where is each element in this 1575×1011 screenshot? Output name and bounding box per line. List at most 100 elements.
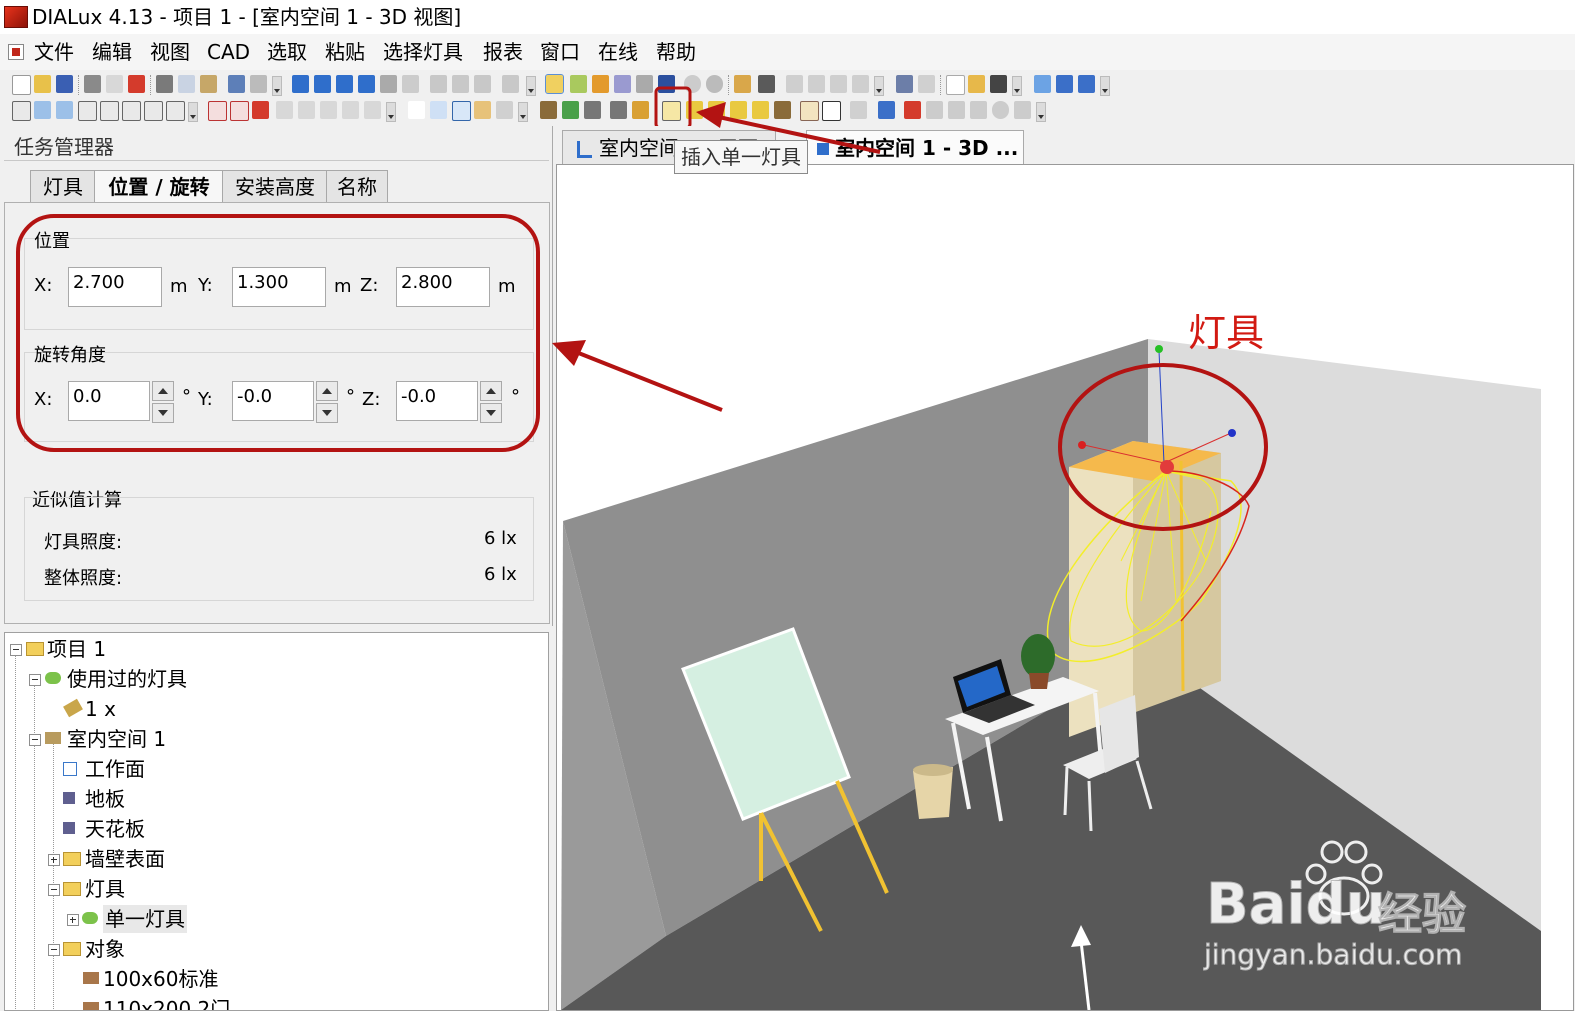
tab-name[interactable]: 名称	[326, 170, 388, 204]
tool-icon[interactable]	[1078, 75, 1095, 93]
menu-file[interactable]: 文件	[34, 39, 74, 65]
tree-walls[interactable]: 墙壁表面	[85, 845, 165, 873]
tool-icon[interactable]	[904, 101, 921, 119]
toolbar-overflow-dropdown[interactable]	[1036, 102, 1046, 122]
dxf-icon[interactable]	[786, 75, 803, 93]
tool-icon[interactable]	[918, 75, 935, 93]
tool-icon[interactable]	[610, 101, 627, 119]
tree-objects[interactable]: 对象	[85, 935, 125, 963]
clapperboard-icon[interactable]	[990, 75, 1007, 93]
tool-icon[interactable]	[948, 101, 965, 119]
paste-icon[interactable]	[200, 75, 217, 93]
tree-used-lamps[interactable]: 使用过的灯具	[67, 665, 187, 693]
tree-floor[interactable]: 地板	[85, 785, 125, 813]
cut-icon[interactable]	[156, 75, 173, 93]
menu-select[interactable]: 选取	[267, 39, 307, 65]
tool-icon[interactable]	[342, 101, 359, 119]
tool-icon[interactable]	[56, 101, 73, 119]
collapse-toggle[interactable]	[10, 644, 22, 656]
pdf-icon[interactable]	[128, 75, 145, 93]
tab-position-rotation[interactable]: 位置 / 旋转	[94, 170, 224, 204]
tool-icon[interactable]	[992, 101, 1009, 119]
zoom-icon[interactable]	[430, 101, 447, 119]
dxf-icon[interactable]	[808, 75, 825, 93]
pan-hand-icon[interactable]	[474, 101, 491, 119]
tool-icon[interactable]	[452, 101, 471, 121]
tool-icon[interactable]	[474, 75, 491, 93]
menu-edit[interactable]: 编辑	[92, 39, 132, 65]
menu-report[interactable]: 报表	[483, 39, 523, 65]
position-z-input[interactable]: 2.800	[396, 267, 490, 307]
menu-online[interactable]: 在线	[598, 39, 638, 65]
tool-icon[interactable]	[632, 101, 649, 119]
position-x-input[interactable]: 2.700	[68, 267, 162, 307]
tool-icon[interactable]	[1014, 101, 1031, 119]
gizmo-handle-blue[interactable]	[1228, 429, 1236, 437]
collapse-toggle[interactable]	[29, 734, 41, 746]
tool-icon[interactable]	[926, 101, 943, 119]
false-color-icon[interactable]	[592, 75, 609, 93]
3d-box-icon[interactable]	[292, 75, 309, 93]
tree-lamps[interactable]: 灯具	[85, 875, 125, 903]
rotation-x-spinner[interactable]	[152, 381, 174, 423]
tool-icon[interactable]	[800, 101, 819, 121]
new-file-icon[interactable]	[12, 75, 31, 95]
expand-toggle[interactable]	[48, 854, 60, 866]
tool-icon[interactable]	[730, 101, 747, 119]
tool-icon[interactable]	[496, 101, 513, 119]
tool-icon[interactable]	[878, 101, 895, 119]
tool-icon[interactable]	[34, 101, 51, 119]
plan-view-icon[interactable]	[314, 75, 331, 93]
tool-icon[interactable]	[968, 75, 985, 93]
tool-icon[interactable]	[430, 75, 447, 93]
menu-select-luminaire[interactable]: 选择灯具	[383, 39, 463, 65]
tab-room-3d[interactable]: 室内空间 1 - 3D ...	[806, 130, 1024, 164]
toolbar-overflow-dropdown[interactable]	[1100, 76, 1110, 96]
tool-icon[interactable]	[752, 101, 769, 119]
tool-icon[interactable]	[584, 101, 601, 119]
spin-down-icon[interactable]	[152, 403, 174, 423]
tool-icon[interactable]	[320, 101, 337, 119]
tool-icon[interactable]	[1034, 75, 1051, 93]
tab-mounting-height[interactable]: 安装高度	[222, 170, 328, 204]
tree-single-lamp[interactable]: 单一灯具	[103, 905, 187, 933]
undo-icon[interactable]	[228, 75, 245, 93]
room-3d-icon[interactable]	[545, 74, 564, 94]
menu-paste[interactable]: 粘贴	[325, 39, 365, 65]
tab-luminaire[interactable]: 灯具	[30, 170, 96, 204]
tool-icon[interactable]	[822, 101, 841, 121]
tool-icon[interactable]	[706, 75, 723, 93]
collapse-toggle[interactable]	[48, 884, 60, 896]
tool-icon[interactable]	[208, 101, 227, 121]
tool-icon[interactable]	[502, 75, 519, 93]
spin-down-icon[interactable]	[480, 403, 502, 423]
tool-icon[interactable]	[850, 101, 867, 119]
tool-icon[interactable]	[122, 101, 141, 121]
open-folder-icon[interactable]	[34, 75, 51, 93]
rotation-x-input[interactable]: 0.0	[68, 381, 150, 421]
pointer-icon[interactable]	[408, 101, 425, 119]
tool-icon[interactable]	[734, 75, 751, 93]
tool-icon[interactable]	[970, 101, 987, 119]
tool-icon[interactable]	[276, 101, 293, 119]
tool-icon[interactable]	[364, 101, 381, 119]
tree-object-1[interactable]: 100x60标准	[103, 965, 218, 993]
tree-room[interactable]: 室内空间 1	[67, 725, 166, 753]
tool-icon[interactable]	[166, 101, 185, 121]
tool-icon[interactable]	[708, 101, 725, 119]
view-option-icon[interactable]	[380, 75, 397, 93]
room-render-icon[interactable]	[570, 75, 587, 93]
luminaire-3d[interactable]	[1160, 460, 1174, 474]
menu-window[interactable]: 窗口	[540, 39, 580, 65]
collapse-toggle[interactable]	[29, 674, 41, 686]
side-view-icon[interactable]	[358, 75, 375, 93]
spin-down-icon[interactable]	[316, 403, 338, 423]
spin-up-icon[interactable]	[152, 381, 174, 401]
tool-icon[interactable]	[252, 101, 269, 119]
toolbar-overflow-dropdown[interactable]	[1012, 76, 1022, 96]
tool-icon[interactable]	[686, 101, 703, 119]
tree-lamp-count[interactable]: 1 x	[85, 695, 116, 723]
collapse-toggle[interactable]	[48, 944, 60, 956]
calculator-icon[interactable]	[896, 75, 913, 93]
save-icon[interactable]	[56, 75, 73, 93]
